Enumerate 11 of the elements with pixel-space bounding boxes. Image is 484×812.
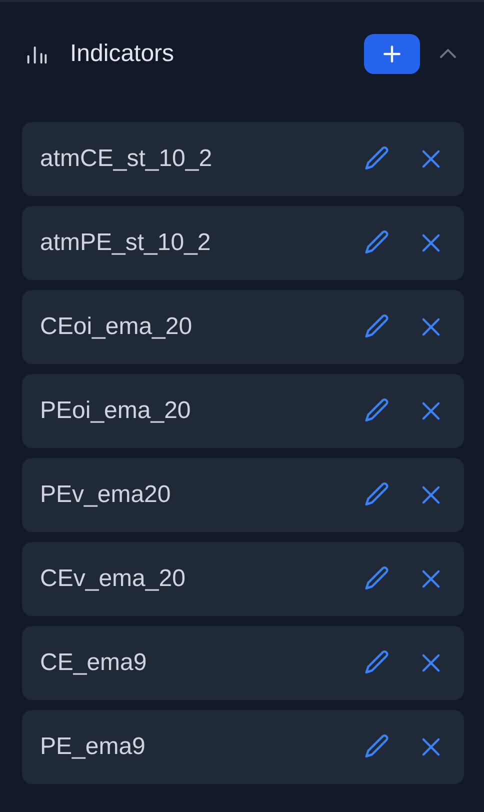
indicator-name: CEoi_ema_20 [40, 313, 194, 341]
indicator-name: atmPE_st_10_2 [40, 229, 212, 257]
indicator-name: CEv_ema_20 [40, 565, 186, 593]
indicator-name: PE_ema9 [40, 733, 146, 761]
indicator-name: CE_ema9 [40, 649, 148, 677]
indicator-name: atmCE_st_10_2 [40, 145, 214, 173]
panel-title: Indicators [70, 40, 176, 68]
plus-icon [381, 43, 403, 65]
indicator-name: PEoi_ema_20 [40, 397, 192, 425]
add-button[interactable] [364, 34, 420, 74]
indicator-name: PEv_ema20 [40, 481, 172, 509]
